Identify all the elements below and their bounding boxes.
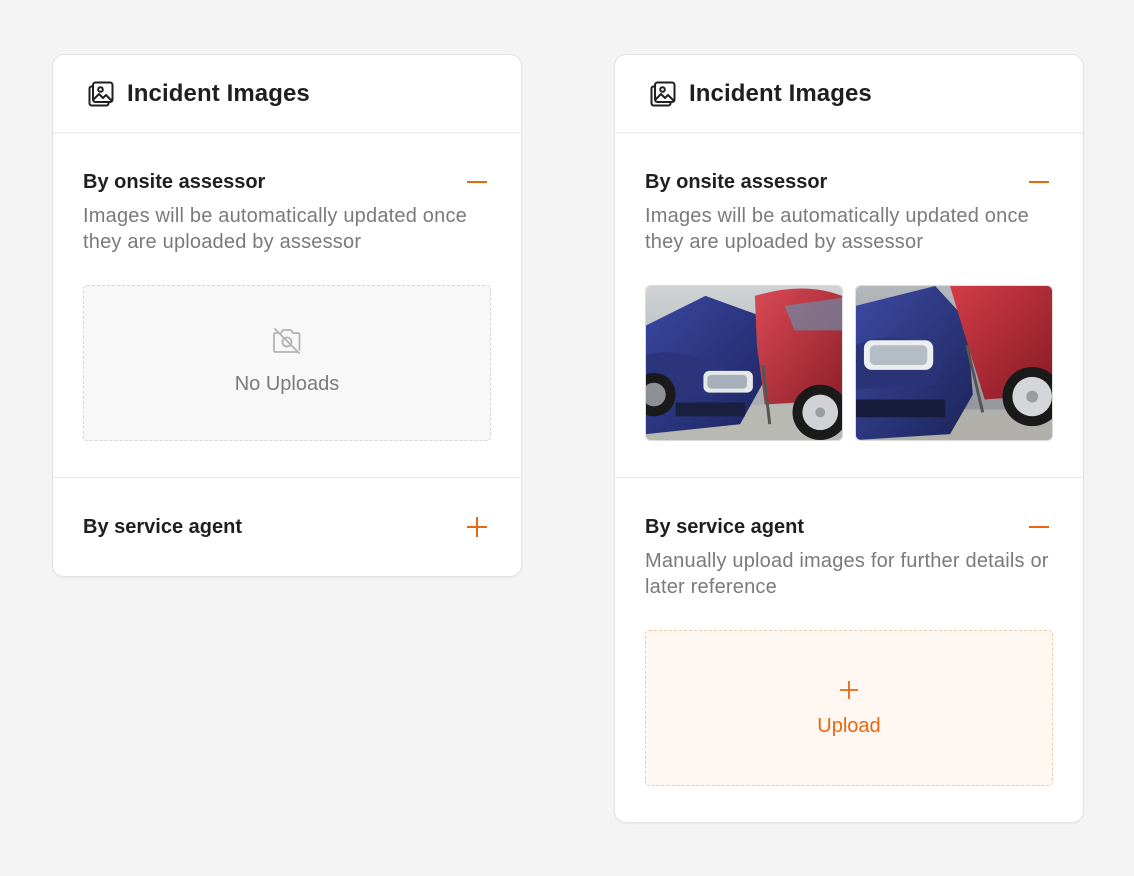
section-title: By service agent bbox=[83, 515, 242, 538]
section-header[interactable]: By service agent bbox=[645, 514, 1053, 540]
images-icon bbox=[87, 80, 115, 108]
no-uploads-placeholder: No Uploads bbox=[83, 285, 491, 441]
section-title: By onsite assessor bbox=[83, 170, 266, 193]
service-agent-section: By service agent bbox=[53, 478, 521, 576]
card-header: Incident Images bbox=[53, 55, 521, 133]
minus-icon[interactable] bbox=[1027, 515, 1051, 539]
plus-icon[interactable] bbox=[465, 515, 489, 539]
onsite-assessor-section: By onsite assessor Images will be automa… bbox=[53, 133, 521, 478]
section-header[interactable]: By service agent bbox=[83, 514, 491, 540]
no-uploads-label: No Uploads bbox=[234, 372, 340, 395]
images-icon bbox=[649, 80, 677, 108]
no-camera-icon bbox=[271, 325, 303, 357]
card-header: Incident Images bbox=[615, 55, 1083, 133]
car-collision-photo[interactable] bbox=[645, 285, 843, 441]
minus-icon[interactable] bbox=[1027, 170, 1051, 194]
upload-label: Upload bbox=[817, 714, 881, 737]
onsite-assessor-section: By onsite assessor Images will be automa… bbox=[615, 133, 1083, 478]
plus-icon bbox=[838, 679, 860, 701]
upload-dropzone[interactable]: Upload bbox=[645, 630, 1053, 786]
section-description: Images will be automatically updated onc… bbox=[645, 205, 1029, 253]
section-title: By service agent bbox=[645, 515, 804, 538]
minus-icon[interactable] bbox=[465, 170, 489, 194]
section-description: Manually upload images for further detai… bbox=[645, 550, 1049, 598]
photo-gallery bbox=[645, 285, 1053, 441]
incident-images-card-expanded: Incident Images By onsite assessor Image… bbox=[614, 54, 1084, 823]
section-header[interactable]: By onsite assessor bbox=[83, 169, 491, 195]
service-agent-section: By service agent Manually upload images … bbox=[615, 478, 1083, 822]
incident-images-card-collapsed: Incident Images By onsite assessor Image… bbox=[52, 54, 522, 577]
car-collision-photo[interactable] bbox=[855, 285, 1053, 441]
card-title: Incident Images bbox=[127, 79, 310, 107]
section-description: Images will be automatically updated onc… bbox=[83, 205, 467, 253]
section-title: By onsite assessor bbox=[645, 170, 828, 193]
card-title: Incident Images bbox=[689, 79, 872, 107]
section-header[interactable]: By onsite assessor bbox=[645, 169, 1053, 195]
